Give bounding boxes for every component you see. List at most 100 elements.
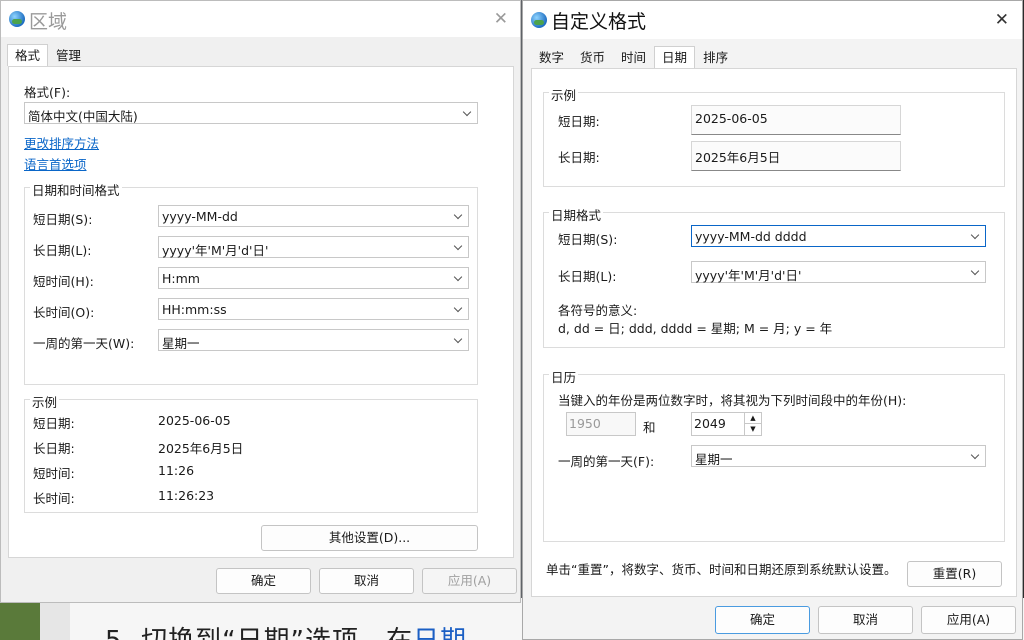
long-time-value: HH:mm:ss (162, 302, 227, 317)
symbols-title: 各符号的意义: (558, 303, 638, 318)
tab-time[interactable]: 时间 (613, 46, 654, 68)
year-to-spinner[interactable]: 2049 ▲ ▼ (691, 412, 762, 436)
calendar-first-day-label: 一周的第一天(F): (558, 454, 655, 469)
tab-manage[interactable]: 管理 (48, 44, 89, 66)
language-preferences-link[interactable]: 语言首选项 (24, 154, 87, 173)
format-label: 格式(F): (24, 85, 71, 100)
region-title: 区域 (29, 11, 68, 33)
example-short-date-box: 2025-06-05 (691, 105, 901, 135)
format-short-date-value: yyyy-MM-dd dddd (695, 229, 807, 244)
reset-description: 单击“重置”，将数字、货币、时间和日期还原到系统默认设置。 (546, 562, 897, 577)
datetime-format-group: 日期和时间格式 短日期(S): yyyy-MM-dd 长日期(L): yyyy'… (24, 180, 478, 385)
chevron-down-icon (970, 450, 980, 460)
chevron-down-icon (453, 303, 463, 313)
tab-currency[interactable]: 货币 (572, 46, 613, 68)
calendar-first-day-select[interactable]: 星期一 (691, 445, 986, 467)
spin-up-icon[interactable]: ▲ (745, 413, 761, 424)
chevron-down-icon (453, 334, 463, 344)
other-settings-button[interactable]: 其他设置(D)... (261, 525, 478, 551)
reset-button[interactable]: 重置(R) (907, 561, 1002, 587)
long-date-value: yyyy'年'M'月'd'日' (162, 243, 269, 258)
short-date-select[interactable]: yyyy-MM-dd (158, 205, 469, 227)
format-long-date-select[interactable]: yyyy'年'M'月'd'日' (691, 261, 986, 283)
region-cancel-button[interactable]: 取消 (319, 568, 414, 594)
year-from-value: 1950 (569, 416, 601, 431)
example-group-title: 示例 (549, 85, 579, 104)
region-apply-button[interactable]: 应用(A) (422, 568, 517, 594)
custom-format-window: 自定义格式 ✕ 数字 货币 时间 日期 排序 示例 短日期: 2025-06-0… (522, 0, 1023, 640)
tab-sort[interactable]: 排序 (695, 46, 736, 68)
spin-down-icon[interactable]: ▼ (745, 424, 761, 435)
short-time-label: 短时间(H): (33, 274, 94, 289)
calendar-first-day-value: 星期一 (695, 452, 733, 467)
custom-cancel-button[interactable]: 取消 (818, 606, 913, 634)
custom-ok-button[interactable]: 确定 (715, 606, 810, 634)
example-group-title: 示例 (30, 392, 60, 411)
region-window: 区域 ✕ 格式 管理 格式(F): 简体中文(中国大陆) 更改排序方法 语言首选… (0, 0, 521, 603)
background-doc-link: 日期 (413, 626, 467, 640)
example-label: 短时间: (33, 466, 75, 481)
close-icon[interactable]: ✕ (494, 9, 508, 29)
tab-number[interactable]: 数字 (531, 46, 572, 68)
example-value: 11:26 (158, 463, 195, 478)
example-long-date-box: 2025年6月5日 (691, 141, 901, 171)
background-image-strip (0, 598, 40, 640)
region-example-group: 示例 短日期: 2025-06-05 长日期: 2025年6月5日 短时间: 1… (24, 392, 478, 513)
date-format-group: 日期格式 短日期(S): yyyy-MM-dd dddd 长日期(L): yyy… (543, 205, 1005, 348)
region-ok-button[interactable]: 确定 (216, 568, 311, 594)
and-label: 和 (643, 420, 656, 435)
close-icon[interactable]: ✕ (995, 10, 1009, 30)
date-format-group-title: 日期格式 (549, 205, 604, 224)
example-long-date-label: 长日期: (558, 150, 600, 165)
chevron-down-icon (462, 107, 472, 117)
example-short-date-label: 短日期: (558, 114, 600, 129)
symbols-text: d, dd = 日; ddd, dddd = 星期; M = 月; y = 年 (558, 321, 833, 336)
chevron-down-icon (970, 230, 980, 240)
year-to-spin-buttons: ▲ ▼ (744, 413, 761, 435)
custom-example-group: 示例 短日期: 2025-06-05 长日期: 2025年6月5日 (543, 85, 1005, 187)
globe-icon (531, 12, 547, 28)
example-value: 2025-06-05 (158, 413, 231, 428)
tab-date[interactable]: 日期 (654, 46, 696, 68)
short-time-value: H:mm (162, 271, 200, 286)
custom-title: 自定义格式 (551, 11, 647, 33)
custom-apply-button[interactable]: 应用(A) (921, 606, 1016, 634)
example-short-date-value: 2025-06-05 (695, 111, 768, 126)
long-date-label: 长日期(L): (33, 243, 92, 258)
example-value: 2025年6月5日 (158, 441, 244, 456)
format-short-date-select[interactable]: yyyy-MM-dd dddd (691, 225, 986, 247)
format-select[interactable]: 简体中文(中国大陆) (24, 102, 478, 124)
calendar-text: 当键入的年份是两位数字时，将其视为下列时间段中的年份(H): (558, 393, 907, 408)
calendar-group-title: 日历 (549, 367, 579, 386)
custom-tabs: 数字 货币 时间 日期 排序 (531, 46, 736, 68)
format-long-date-label: 长日期(L): (558, 269, 617, 284)
format-select-value: 简体中文(中国大陆) (28, 109, 138, 124)
example-label: 长时间: (33, 491, 75, 506)
format-short-date-label: 短日期(S): (558, 232, 618, 247)
year-to-value: 2049 (694, 416, 726, 431)
region-tabs: 格式 管理 (7, 44, 89, 66)
year-from-field: 1950 (566, 412, 636, 436)
long-date-select[interactable]: yyyy'年'M'月'd'日' (158, 236, 469, 258)
background-doc-text: 5. 切换到“日期”选项，在日期 (105, 620, 467, 640)
example-value: 11:26:23 (158, 488, 215, 503)
chevron-down-icon (453, 241, 463, 251)
region-format-panel: 格式(F): 简体中文(中国大陆) 更改排序方法 语言首选项 日期和时间格式 短… (8, 66, 514, 558)
long-time-label: 长时间(O): (33, 305, 95, 320)
datetime-group-title: 日期和时间格式 (30, 180, 122, 199)
short-time-select[interactable]: H:mm (158, 267, 469, 289)
format-long-date-value: yyyy'年'M'月'd'日' (695, 268, 802, 283)
first-day-value: 星期一 (162, 336, 200, 351)
chevron-down-icon (970, 266, 980, 276)
short-date-label: 短日期(S): (33, 212, 93, 227)
example-label: 短日期: (33, 416, 75, 431)
first-day-label: 一周的第一天(W): (33, 336, 135, 351)
change-sort-link[interactable]: 更改排序方法 (24, 133, 99, 152)
chevron-down-icon (453, 272, 463, 282)
short-date-value: yyyy-MM-dd (162, 209, 238, 224)
globe-icon (9, 11, 25, 27)
region-titlebar: 区域 ✕ (1, 1, 520, 37)
first-day-select[interactable]: 星期一 (158, 329, 469, 351)
tab-format[interactable]: 格式 (7, 44, 49, 66)
long-time-select[interactable]: HH:mm:ss (158, 298, 469, 320)
